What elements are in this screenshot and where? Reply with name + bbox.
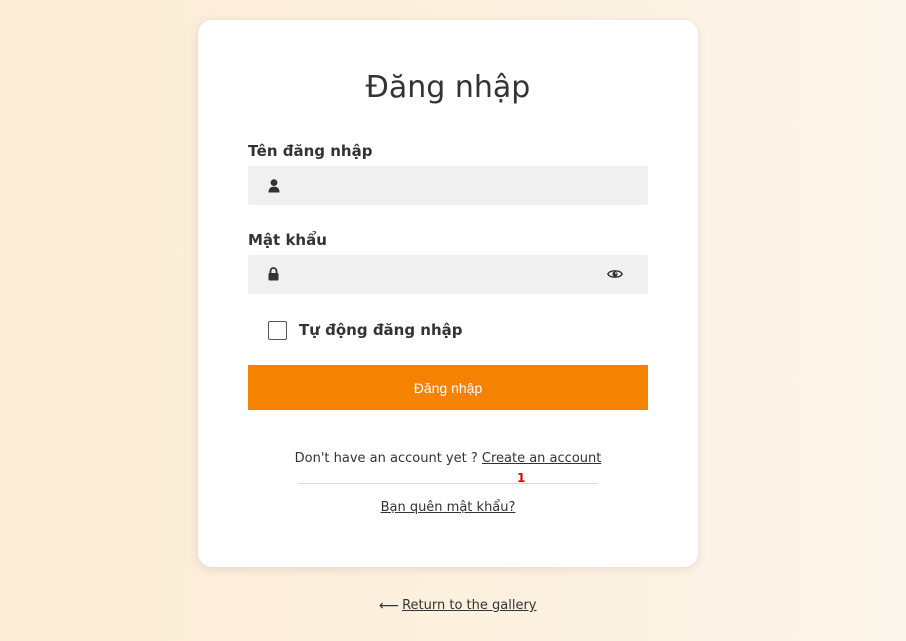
remember-me-row: Tự động đăng nhập	[268, 320, 463, 340]
remember-me-checkbox[interactable]	[268, 320, 287, 340]
password-input[interactable]	[292, 255, 592, 294]
page-title: Đăng nhập	[365, 70, 531, 105]
forgot-password-link[interactable]: Bạn quên mật khẩu?	[381, 500, 516, 515]
forgot-password: Bạn quên mật khẩu?	[198, 500, 698, 515]
eye-icon[interactable]	[607, 268, 623, 280]
return-to-gallery-link[interactable]: Return to the gallery	[402, 598, 536, 613]
username-input[interactable]	[292, 166, 592, 205]
login-card: Đăng nhập Tên đăng nhập Mật khẩu Tự động…	[198, 20, 698, 567]
username-label: Tên đăng nhập	[248, 142, 373, 160]
divider	[298, 483, 598, 484]
return-to-gallery: ⟵ Return to the gallery	[379, 598, 536, 613]
password-field-wrapper	[248, 255, 648, 294]
create-account-link[interactable]: Create an account	[482, 451, 601, 466]
arrow-left-icon: ⟵	[379, 597, 400, 614]
remember-me-label[interactable]: Tự động đăng nhập	[299, 321, 463, 339]
signup-prompt: Don't have an account yet ? Create an ac…	[198, 451, 698, 466]
username-field-wrapper	[248, 166, 648, 205]
lock-icon	[268, 267, 279, 281]
user-icon	[268, 179, 280, 193]
signup-prompt-text: Don't have an account yet ?	[294, 451, 478, 466]
password-label: Mật khẩu	[248, 231, 327, 249]
login-button[interactable]: Đăng nhập	[248, 365, 648, 410]
